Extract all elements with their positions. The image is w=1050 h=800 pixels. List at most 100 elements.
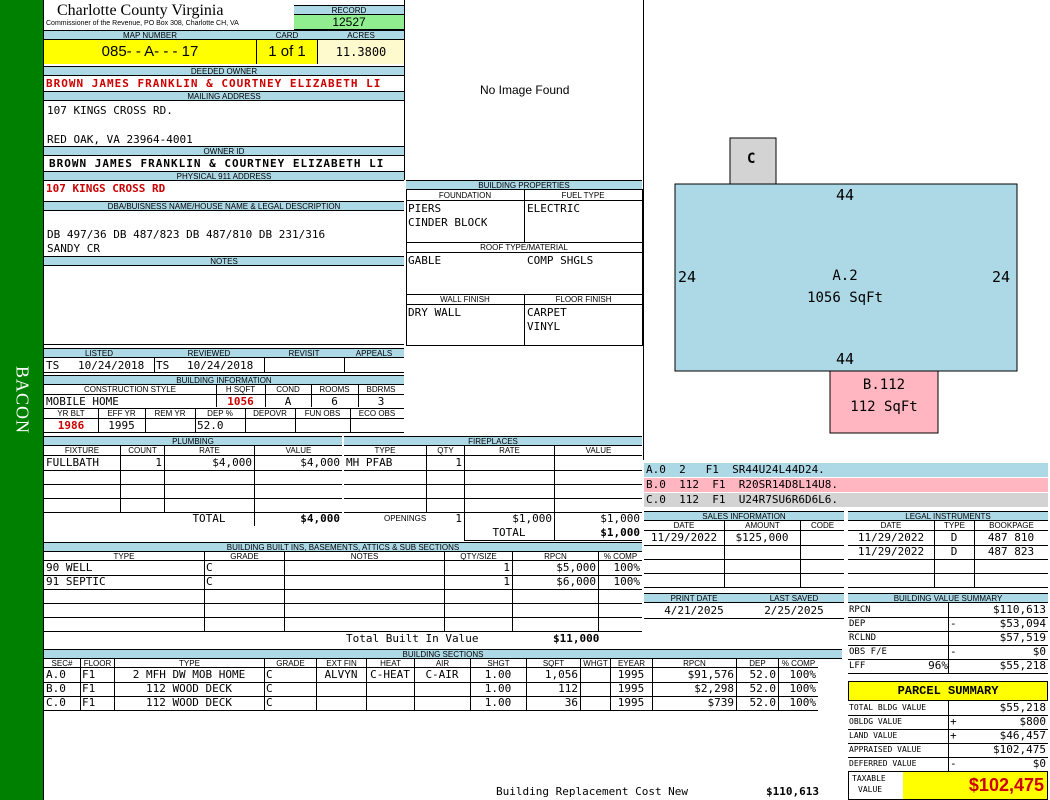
table-cell: C: [206, 561, 213, 574]
parcel-label: DEFERRED VALUE: [849, 759, 917, 768]
map-number: 085- - A- - - 17: [44, 40, 256, 64]
column-divider: [724, 573, 725, 587]
parcel-value: $55,218: [999, 701, 1046, 714]
row-divider: [344, 484, 642, 485]
table-cell: [580, 668, 610, 682]
divider: [524, 294, 525, 346]
table-cell: 1.00: [484, 668, 512, 681]
column-header: TYPE: [114, 659, 264, 668]
divider: [245, 408, 246, 433]
table-cell: 1.00: [484, 682, 512, 695]
deppct-label: DEP %: [195, 408, 245, 419]
construction-style-label: CONSTRUCTION STYLE: [44, 385, 216, 395]
builtins-total-label: Total Built In Value: [346, 632, 479, 645]
owner-id-label: OWNER ID: [44, 146, 404, 156]
column-header: TYPE: [44, 552, 204, 561]
column-divider: [284, 603, 285, 617]
table-cell: F1: [82, 668, 96, 681]
parcel-label: TOTAL BLDG VALUE: [849, 703, 927, 712]
column-divider: [934, 559, 935, 573]
openings-qty: 1: [455, 512, 462, 525]
table-cell: 112 WOOD DECK: [145, 696, 233, 709]
legal-line1: DB 497/36 DB 487/823 DB 487/810 DB 231/3…: [47, 228, 326, 241]
column-divider: [120, 484, 121, 498]
table-cell: C: [266, 668, 273, 681]
table-cell: [800, 531, 844, 545]
bdrms-label: BDRMS: [358, 385, 404, 395]
yrblt: 1986: [57, 419, 85, 432]
rooms-label: ROOMS: [311, 385, 358, 395]
column-divider: [554, 512, 555, 540]
fuel-type-label: FUEL TYPE: [524, 191, 642, 201]
column-divider: [512, 603, 513, 617]
column-divider: [724, 545, 725, 559]
table-cell: $6,000: [556, 575, 596, 588]
row-divider: [44, 589, 642, 590]
table-cell: C: [266, 696, 273, 709]
depovr-label: DEPOVR: [245, 408, 295, 419]
divider: [145, 408, 146, 433]
column-divider: [204, 589, 205, 603]
column-header: DATE: [644, 521, 724, 531]
sketch-right-dim: 24: [992, 268, 1011, 286]
table-cell: 11/29/2022: [650, 531, 718, 544]
table-cell: $4,000: [212, 456, 252, 469]
parcel-summary-title: PARCEL SUMMARY: [848, 681, 1048, 701]
column-divider: [948, 701, 949, 715]
column-divider: [948, 603, 949, 617]
table-cell: C.0: [46, 696, 66, 709]
column-header: SHGT: [470, 659, 526, 668]
table-cell: $5,000: [556, 561, 596, 574]
column-divider: [800, 559, 801, 573]
column-divider: [464, 484, 465, 498]
divider: [264, 358, 265, 372]
column-divider: [948, 729, 949, 743]
column-header: TYPE: [934, 521, 974, 531]
column-header: NOTES: [284, 552, 444, 561]
column-divider: [164, 484, 165, 498]
roof-type: GABLE: [408, 254, 442, 267]
table-cell: 112: [558, 682, 578, 695]
column-divider: [948, 757, 949, 771]
ecoobs-label: ECO OBS: [350, 408, 404, 419]
divider: [98, 408, 99, 433]
table-cell: 11/29/2022: [857, 531, 925, 544]
table-cell: 1: [503, 561, 510, 574]
cond: A: [284, 395, 292, 408]
divider: [216, 385, 217, 407]
table-cell: 52.0: [749, 668, 777, 681]
column-divider: [204, 603, 205, 617]
column-divider: [800, 573, 801, 587]
building-info-label: BUILDING INFORMATION: [44, 375, 404, 385]
table-cell: C-AIR: [425, 668, 459, 681]
hsqft: 1056: [227, 395, 254, 408]
divider: [44, 344, 404, 345]
row-divider: [44, 710, 818, 711]
table-cell: 112 WOOD DECK: [145, 682, 233, 695]
foundation-label: FOUNDATION: [406, 191, 524, 201]
floor-finish-1: CARPET: [527, 306, 567, 319]
table-cell: 36: [564, 696, 578, 709]
table-cell: 1995: [617, 682, 645, 695]
value-summary-value: $110,613: [993, 603, 1046, 616]
table-cell: 11/29/2022: [857, 545, 925, 558]
column-header: QTY/SIZE: [444, 552, 512, 561]
column-divider: [948, 743, 949, 757]
column-header: FIXTURE: [44, 446, 120, 456]
table-cell: [284, 575, 444, 589]
row-divider: [644, 559, 844, 560]
row-divider: [848, 587, 1048, 588]
roof-material: COMP SHGLS: [527, 254, 594, 267]
column-header: GRADE: [204, 552, 284, 561]
value-summary-label: BUILDING VALUE SUMMARY: [848, 593, 1048, 603]
column-divider: [444, 603, 445, 617]
table-cell: 100%: [789, 682, 817, 695]
table-cell: 1.00: [484, 696, 512, 709]
floor-finish-2: VINYL: [527, 320, 561, 333]
column-divider: [974, 559, 975, 573]
foundation-1: PIERS: [408, 202, 442, 215]
column-header: RPCN: [652, 659, 736, 668]
column-divider: [512, 617, 513, 631]
table-cell: 100%: [789, 668, 817, 681]
table-cell: $739: [707, 696, 735, 709]
